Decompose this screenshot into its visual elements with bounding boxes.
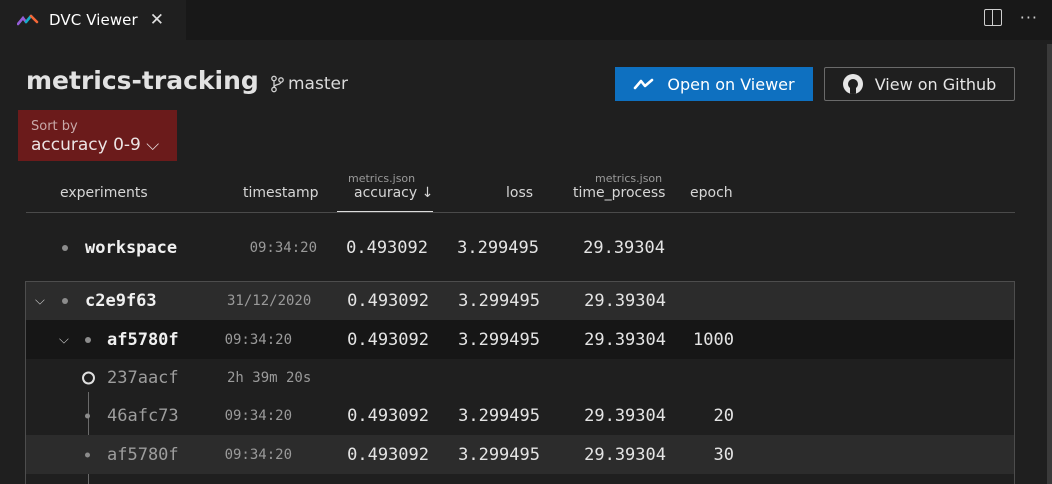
table-row-commit[interactable]: ⌵ c2e9f63 31/12/2020 0.493092 3.299495 2… xyxy=(26,282,1014,320)
experiment-name: 237aacf xyxy=(107,368,179,388)
viewer-chart-icon xyxy=(634,78,654,90)
duration-cell: 2h 39m 20s xyxy=(227,370,312,386)
tab-dvc-viewer[interactable]: DVC Viewer ✕ xyxy=(0,0,186,40)
accuracy-cell: 0.493092 xyxy=(347,291,429,311)
view-on-github-label: View on Github xyxy=(874,74,997,94)
dvc-logo-icon xyxy=(17,14,39,26)
sort-value: accuracy 0-9 ⌵ xyxy=(31,135,160,155)
time-process-cell: 29.39304 xyxy=(584,444,666,465)
open-on-viewer-button[interactable]: Open on Viewer xyxy=(615,67,813,101)
experiment-name: 46afc73 xyxy=(107,406,179,426)
branch-name: master xyxy=(288,74,348,94)
branch-indicator: master xyxy=(270,74,348,94)
loss-cell: 3.299495 xyxy=(458,291,540,311)
tab-title: DVC Viewer xyxy=(49,11,138,29)
column-header-loss[interactable]: loss xyxy=(506,185,533,201)
experiment-name: af5780f xyxy=(107,444,179,465)
epoch-cell: 20 xyxy=(713,406,734,426)
experiment-name: workspace xyxy=(85,238,178,258)
accuracy-cell: 0.493092 xyxy=(346,238,428,258)
split-editor-icon[interactable] xyxy=(983,9,1002,26)
loss-cell: 3.299495 xyxy=(457,238,539,258)
experiment-name: c2e9f63 xyxy=(85,291,157,311)
more-actions-icon[interactable]: ··· xyxy=(1020,8,1038,27)
table-row-checkpoint-selected[interactable]: af5780f 09:34:20 0.493092 3.299495 29.39… xyxy=(26,435,1014,474)
experiment-name: af5780f xyxy=(107,329,179,350)
close-icon[interactable]: ✕ xyxy=(150,11,164,29)
header-divider xyxy=(26,212,1015,213)
open-on-viewer-label: Open on Viewer xyxy=(667,74,795,94)
epoch-cell: 1000 xyxy=(693,329,734,350)
github-icon xyxy=(842,74,863,94)
accuracy-cell: 0.493092 xyxy=(347,329,429,350)
view-on-github-button[interactable]: View on Github xyxy=(824,67,1015,101)
timestamp-cell: 09:34:20 xyxy=(224,446,292,463)
git-branch-icon xyxy=(271,75,284,93)
time-process-cell: 29.39304 xyxy=(584,291,666,311)
experiment-dot-icon xyxy=(85,336,91,343)
time-process-cell: 29.39304 xyxy=(583,238,665,258)
timestamp-cell: 09:34:20 xyxy=(224,408,292,424)
accuracy-cell: 0.493092 xyxy=(347,444,429,465)
sort-dropdown[interactable]: Sort by accuracy 0-9 ⌵ xyxy=(18,110,177,161)
column-header-epoch[interactable]: epoch xyxy=(690,185,733,201)
time-process-cell: 29.39304 xyxy=(584,329,666,350)
experiment-dot-icon xyxy=(62,245,68,251)
commit-dot-icon xyxy=(62,298,68,304)
column-header-time-process[interactable]: time_process xyxy=(573,185,665,201)
time-process-cell: 29.39304 xyxy=(584,406,666,426)
timestamp-cell: 09:34:20 xyxy=(224,331,292,348)
chevron-down-icon[interactable]: ⌵ xyxy=(59,332,69,347)
column-header-experiments[interactable]: experiments xyxy=(60,185,148,201)
loss-cell: 3.299495 xyxy=(458,329,540,350)
timestamp-cell: 31/12/2020 xyxy=(227,293,312,309)
chevron-down-icon[interactable]: ⌵ xyxy=(35,294,45,309)
tab-bar: DVC Viewer ✕ ··· xyxy=(0,0,1052,40)
page-title: metrics-tracking xyxy=(26,66,259,95)
column-header-timestamp[interactable]: timestamp xyxy=(243,185,319,201)
accuracy-cell: 0.493092 xyxy=(347,406,429,426)
loss-cell: 3.299495 xyxy=(458,444,540,465)
column-header-accuracy[interactable]: accuracy ↓ xyxy=(354,185,433,201)
table-row-checkpoint[interactable]: 46afc73 09:34:20 0.493092 3.299495 29.39… xyxy=(26,397,1014,435)
checkpoint-dot-icon xyxy=(85,413,90,419)
timestamp-cell: 09:34:20 xyxy=(249,240,317,256)
table-row-checkpoint-running[interactable]: 237aacf 2h 39m 20s xyxy=(26,359,1014,397)
loss-cell: 3.299495 xyxy=(458,406,540,426)
table-row-experiment[interactable]: ⌵ af5780f 09:34:20 0.493092 3.299495 29.… xyxy=(26,320,1014,359)
column-source-time-process: metrics.json xyxy=(595,172,663,185)
epoch-cell: 30 xyxy=(713,444,734,465)
running-ring-icon xyxy=(82,371,95,385)
table-row-workspace[interactable]: workspace 09:34:20 0.493092 3.299495 29.… xyxy=(0,229,1052,267)
sort-label: Sort by xyxy=(31,119,78,134)
column-source-accuracy: metrics.json xyxy=(348,172,416,185)
checkpoint-dot-icon xyxy=(85,452,90,457)
